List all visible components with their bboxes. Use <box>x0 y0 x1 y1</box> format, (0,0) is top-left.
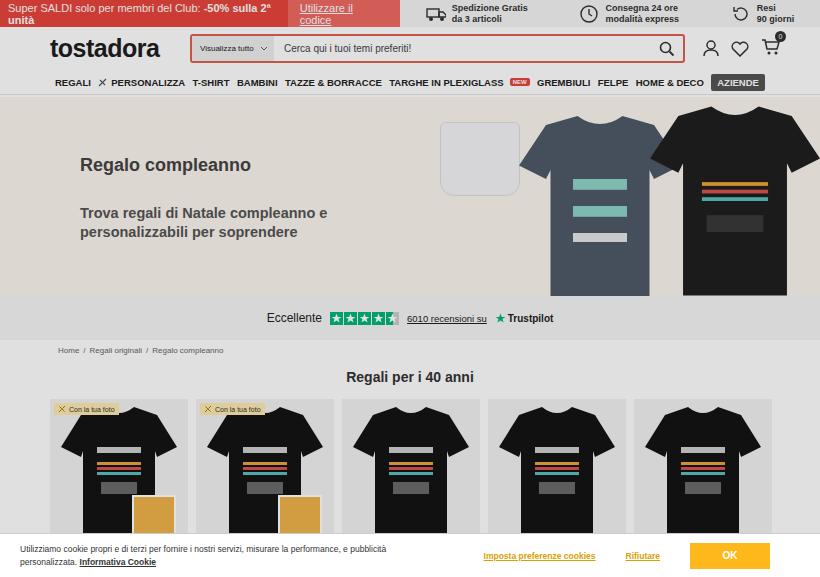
cookie-actions: Imposta preferenze cookies Rifiutare OK <box>400 543 770 569</box>
cookie-preferences-link[interactable]: Imposta preferenze cookies <box>484 551 596 561</box>
dim-overlay <box>0 0 820 577</box>
page: Super SALDI solo per membri del Club: -5… <box>0 0 820 577</box>
cookie-policy-link[interactable]: Informativa Cookie <box>80 557 157 567</box>
cookie-accept-button[interactable]: OK <box>690 543 770 569</box>
cookie-reject-link[interactable]: Rifiutare <box>626 551 660 561</box>
cookie-banner: Utilizziamo cookie propri e di terzi per… <box>0 533 820 577</box>
cookie-message: Utilizziamo cookie propri e di terzi per… <box>20 544 386 566</box>
cookie-text: Utilizziamo cookie propri e di terzi per… <box>20 543 400 568</box>
